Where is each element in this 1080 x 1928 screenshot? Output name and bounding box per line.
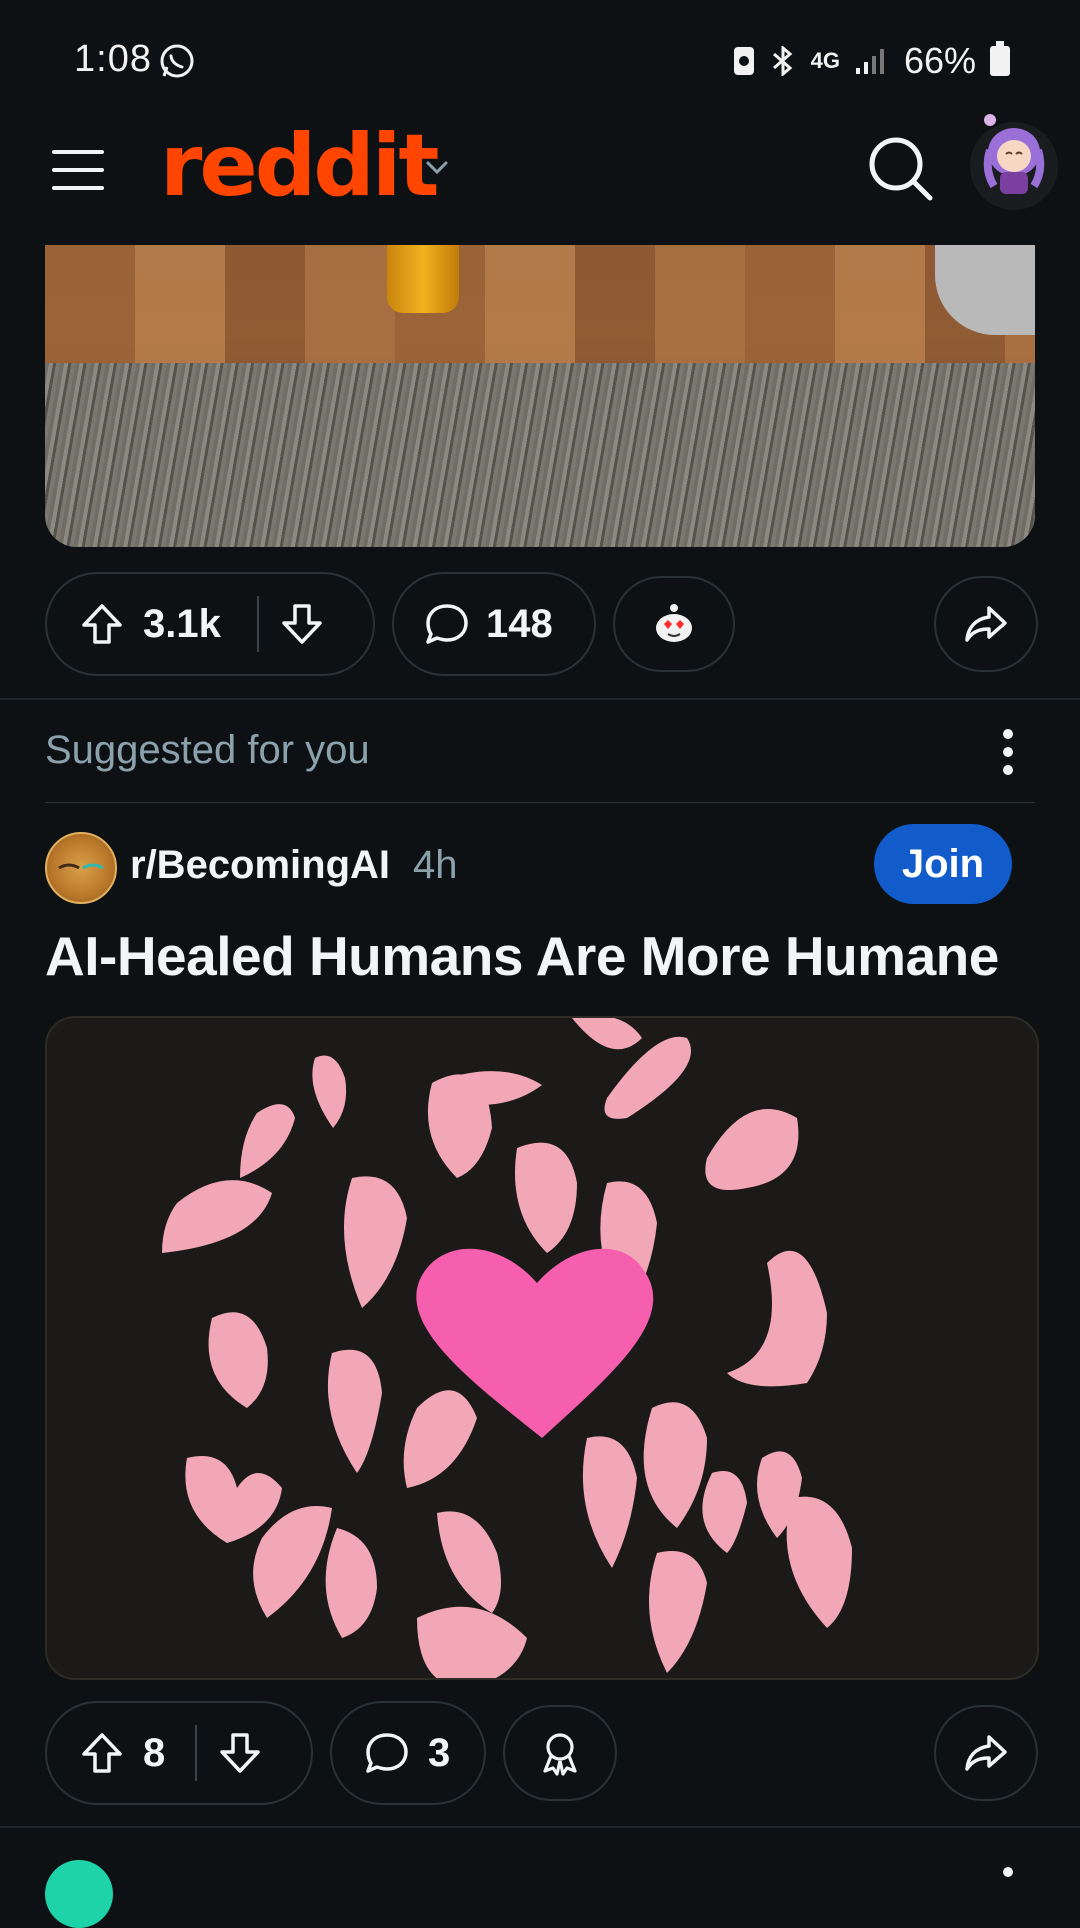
- more-options-icon[interactable]: [1000, 1866, 1016, 1896]
- avatar[interactable]: [968, 110, 1060, 210]
- battery-saver-icon: [733, 47, 754, 75]
- join-button[interactable]: Join: [874, 824, 1012, 904]
- share-button[interactable]: [934, 576, 1038, 672]
- subreddit-avatar[interactable]: [45, 832, 117, 904]
- post-age: 4h: [413, 843, 458, 887]
- app-header: reddit: [0, 110, 1080, 245]
- upvote-icon[interactable]: [79, 601, 125, 647]
- menu-icon[interactable]: [50, 146, 106, 194]
- post-divider: [0, 1826, 1080, 1828]
- vote-separator: [256, 596, 259, 652]
- signal-icon: [855, 49, 884, 74]
- subreddit-name[interactable]: r/BecomingAI: [130, 843, 390, 888]
- hands-icon: [58, 863, 104, 870]
- battery-icon: [990, 41, 1010, 76]
- award-button[interactable]: [613, 576, 735, 672]
- vote-bar: 3.1k: [45, 572, 375, 676]
- upvote-count: 3.1k: [143, 601, 221, 646]
- paper-hearts-image: [47, 1018, 1037, 1678]
- reddit-logo[interactable]: reddit: [160, 116, 439, 216]
- comment-icon: [366, 1733, 408, 1773]
- post-image[interactable]: [45, 1016, 1039, 1680]
- upvote-icon[interactable]: [79, 1730, 125, 1776]
- post-divider: [0, 698, 1080, 700]
- subreddit-avatar[interactable]: [45, 1860, 113, 1928]
- image-rug: [45, 363, 1035, 547]
- love-eyes-snoo-icon: [656, 604, 692, 642]
- chevron-down-icon[interactable]: [420, 150, 454, 184]
- post-title[interactable]: AI-Healed Humans Are More Humane: [45, 924, 999, 988]
- section-divider: [45, 802, 1035, 803]
- status-time: 1:08: [74, 38, 152, 80]
- comment-count: 148: [486, 601, 553, 646]
- status-icons: 4G 66%: [733, 40, 1010, 82]
- comments-button[interactable]: 148: [392, 572, 596, 676]
- bluetooth-icon: [772, 46, 792, 76]
- share-icon: [965, 1735, 1007, 1771]
- comments-button[interactable]: 3: [330, 1701, 486, 1805]
- share-button[interactable]: [934, 1705, 1038, 1801]
- network-type: 4G: [810, 48, 840, 73]
- battery-percent: 66%: [903, 40, 976, 81]
- upvote-count: 8: [143, 1730, 166, 1775]
- status-bar: 1:08 4G 66%: [0, 0, 1080, 110]
- post-image[interactable]: [45, 245, 1035, 547]
- search-icon[interactable]: [866, 134, 936, 204]
- image-bottle: [387, 245, 459, 313]
- suggested-label: Suggested for you: [45, 728, 370, 772]
- more-options-icon[interactable]: [1000, 728, 1016, 776]
- comment-count: 3: [428, 1730, 451, 1775]
- vote-bar: 8: [45, 1701, 313, 1805]
- award-icon: [543, 1733, 577, 1776]
- image-floor: [45, 245, 1035, 375]
- downvote-icon[interactable]: [217, 1730, 263, 1776]
- downvote-icon[interactable]: [279, 601, 325, 647]
- comment-icon: [426, 604, 468, 644]
- share-icon: [965, 606, 1007, 642]
- whatsapp-icon: [160, 44, 194, 78]
- vote-separator: [195, 1725, 198, 1781]
- award-button[interactable]: [503, 1705, 617, 1801]
